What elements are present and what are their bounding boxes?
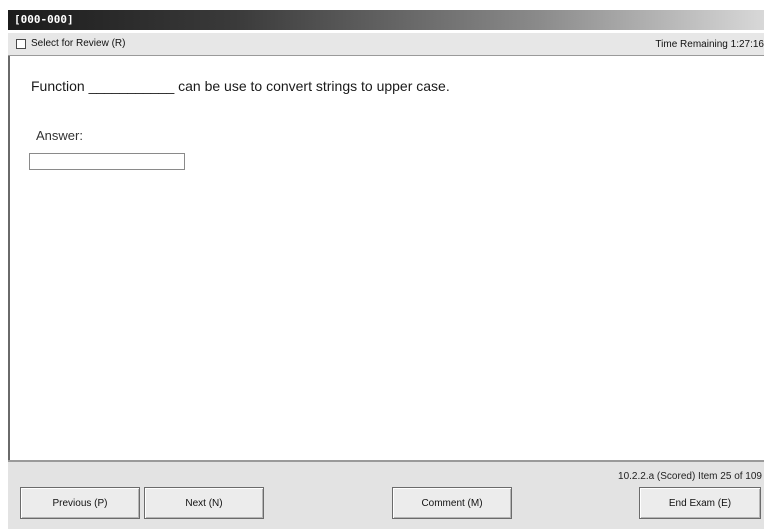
comment-button[interactable]: Comment (M)	[392, 487, 512, 519]
previous-button[interactable]: Previous (P)	[20, 487, 140, 519]
select-for-review[interactable]: Select for Review (R)	[16, 38, 125, 49]
window-title: [000-000]	[14, 13, 74, 26]
answer-label: Answer:	[36, 128, 83, 143]
end-exam-button[interactable]: End Exam (E)	[639, 487, 761, 519]
time-remaining: Time Remaining 1:27:16	[655, 39, 764, 50]
window-title-bar: [000-000]	[8, 10, 764, 30]
question-panel: Function ___________ can be use to conve…	[8, 56, 764, 460]
review-checkbox[interactable]	[16, 38, 26, 49]
review-label: Select for Review (R)	[31, 38, 126, 49]
question-text: Function ___________ can be use to conve…	[31, 78, 450, 94]
item-status: 10.2.2.a (Scored) Item 25 of 109	[618, 471, 762, 482]
answer-input[interactable]	[29, 153, 185, 170]
next-button[interactable]: Next (N)	[144, 487, 264, 519]
exam-toolbar: Select for Review (R) Time Remaining 1:2…	[8, 32, 764, 56]
navigation-bar: 10.2.2.a (Scored) Item 25 of 109 Previou…	[8, 460, 764, 529]
